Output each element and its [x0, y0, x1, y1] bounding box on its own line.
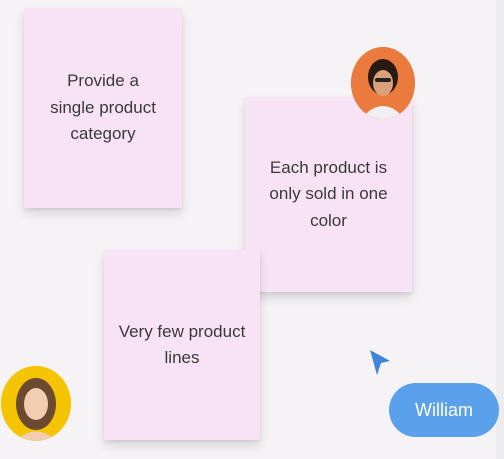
sticky-note-single-color[interactable]: Each product is only sold in one color [245, 97, 412, 292]
sticky-note-text: Each product is only sold in one color [269, 157, 388, 230]
canvas-edge [496, 0, 504, 459]
cursor-arrow-icon [370, 350, 390, 375]
collaborator-name: William [415, 399, 473, 420]
avatar-collaborator-bottom[interactable] [1, 366, 71, 441]
collaborator-name-tag: William [389, 383, 499, 437]
avatar-icon [1, 366, 71, 441]
avatar-icon [351, 47, 415, 119]
sticky-note-text: Provide a single product category [50, 71, 156, 144]
sticky-note-text: Very few product lines [118, 321, 246, 367]
sticky-note-product-category[interactable]: Provide a single product category [24, 8, 182, 208]
sticky-note-few-product-lines[interactable]: Very few product lines [104, 250, 260, 440]
avatar-collaborator-top[interactable] [351, 47, 415, 119]
